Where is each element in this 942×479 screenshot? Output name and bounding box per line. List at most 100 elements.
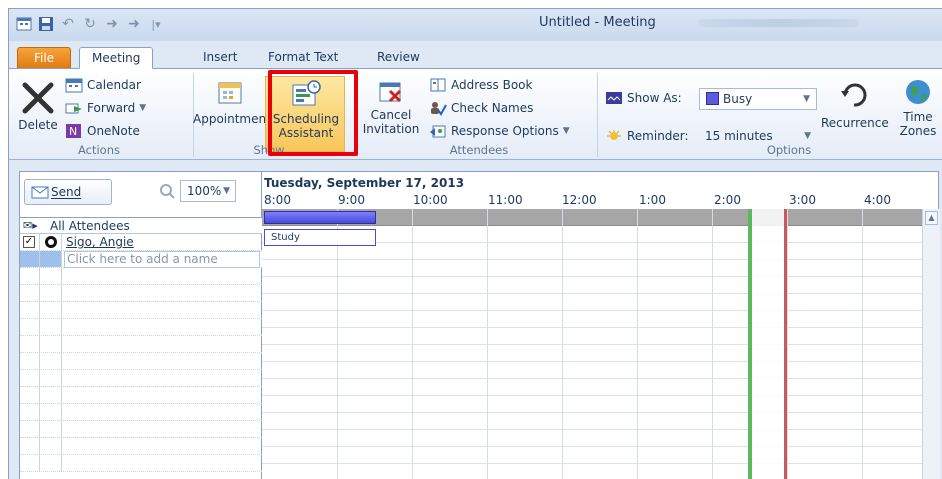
hour-label: 2:00 xyxy=(714,193,741,207)
timeline-date: Tuesday, September 17, 2013 xyxy=(264,176,465,190)
empty-attendee-row xyxy=(20,404,262,421)
meeting-time-selection[interactable] xyxy=(748,209,786,479)
timeline-row xyxy=(262,447,922,464)
hour-gridline xyxy=(712,209,713,479)
hour-label: 10:00 xyxy=(413,193,448,207)
reminder-bell-icon xyxy=(607,130,621,140)
zoom-dropdown[interactable]: 100% ▼ xyxy=(180,180,236,202)
onenote-label: OneNote xyxy=(87,124,140,138)
study-label: Study xyxy=(271,232,300,243)
attendee-name[interactable]: Sigo, Angie xyxy=(66,235,134,249)
chevron-down-icon: ▼ xyxy=(803,94,810,104)
down-arrow-icon[interactable]: ➜ xyxy=(125,15,143,33)
scheduling-assistant-highlight xyxy=(268,70,358,156)
send-button[interactable]: Send xyxy=(24,179,112,205)
response-options-icon xyxy=(430,125,446,138)
up-arrow-icon[interactable]: ➜ xyxy=(103,15,121,33)
timeline-row xyxy=(262,362,922,379)
globe-icon xyxy=(906,80,930,104)
zoom-magnifier-icon[interactable] xyxy=(158,182,176,200)
meeting-end-marker[interactable] xyxy=(784,209,787,479)
meeting-start-marker[interactable] xyxy=(748,209,752,479)
cancel-invitation-button[interactable]: Cancel Invitation xyxy=(361,79,421,136)
hour-gridline xyxy=(637,209,638,479)
svg-text:N: N xyxy=(69,125,77,138)
calendar-button[interactable]: Calendar xyxy=(65,77,141,93)
timeline-row xyxy=(262,311,922,328)
time-zones-label-line1: Time xyxy=(903,110,933,124)
delete-button[interactable]: Delete xyxy=(15,81,61,132)
tab-file[interactable]: File xyxy=(17,47,71,69)
zoom-control: 100% ▼ xyxy=(158,180,236,202)
tab-review[interactable]: Review xyxy=(365,47,432,69)
hour-gridline xyxy=(412,209,413,479)
study-appointment-block[interactable]: Study xyxy=(264,229,376,246)
response-options-button[interactable]: Response Options ▼ xyxy=(429,123,570,139)
check-names-label: Check Names xyxy=(451,101,534,115)
delete-label: Delete xyxy=(18,118,58,132)
scroll-up-icon[interactable]: ▲ xyxy=(925,211,938,225)
recurrence-button[interactable]: Recurrence xyxy=(821,77,889,130)
timeline-row xyxy=(262,396,922,413)
chevron-down-icon: ▼ xyxy=(223,186,230,196)
hour-label: 9:00 xyxy=(338,193,365,207)
attendee-row[interactable]: ✓ Sigo, Angie xyxy=(20,234,262,251)
calendar-app-icon[interactable] xyxy=(15,15,33,33)
hour-label: 11:00 xyxy=(488,193,523,207)
response-options-dropdown-icon: ▼ xyxy=(562,126,570,136)
timeline-row xyxy=(262,379,922,396)
forward-icon xyxy=(65,103,82,114)
appointment-button[interactable]: Appointment xyxy=(193,79,271,126)
group-label-attendees: Attendees xyxy=(449,143,509,157)
reminder-label-row: Reminder: xyxy=(605,129,689,143)
redo-icon[interactable]: ↻ xyxy=(81,15,99,33)
address-book-button[interactable]: Address Book xyxy=(429,77,532,93)
reminder-value: 15 minutes xyxy=(705,129,773,143)
save-icon[interactable] xyxy=(37,15,55,33)
timeline-row xyxy=(262,277,922,294)
required-attendee-icon[interactable] xyxy=(45,236,57,248)
tab-format-text[interactable]: Format Text xyxy=(256,47,350,69)
timeline-pane: Tuesday, September 17, 2013 8:00 9:00 10… xyxy=(262,172,940,479)
empty-attendee-row xyxy=(20,285,262,302)
empty-attendee-row xyxy=(20,421,262,438)
empty-attendee-row xyxy=(20,438,262,455)
recurrence-icon xyxy=(841,83,867,107)
group-label-options: Options xyxy=(766,143,812,157)
customize-qat-icon[interactable]: |▾ xyxy=(147,15,165,33)
empty-attendee-row xyxy=(20,336,262,353)
reminder-label: Reminder: xyxy=(627,129,689,143)
onenote-button[interactable]: N OneNote xyxy=(65,123,140,139)
check-names-button[interactable]: Check Names xyxy=(429,100,533,116)
tab-meeting[interactable]: Meeting xyxy=(79,47,154,69)
forward-label: Forward xyxy=(87,101,136,115)
add-attendee-row[interactable]: Click here to add a name xyxy=(20,251,262,268)
scheduler-toolbar: Send 100% ▼ xyxy=(20,172,262,217)
response-options-label: Response Options xyxy=(451,124,559,138)
forward-button[interactable]: Forward ▼ xyxy=(65,100,146,116)
tab-insert[interactable]: Insert xyxy=(191,47,249,69)
address-book-icon xyxy=(430,78,446,92)
undo-icon[interactable]: ↶ xyxy=(59,15,77,33)
empty-attendee-row xyxy=(20,455,262,472)
timeline-row xyxy=(262,464,922,479)
empty-attendee-row xyxy=(20,370,262,387)
empty-attendee-row xyxy=(20,302,262,319)
hour-gridline xyxy=(487,209,488,479)
check-names-icon xyxy=(431,102,447,116)
free-busy-grid[interactable]: Study xyxy=(262,209,922,479)
attendee-type-icon[interactable]: ✉▸ xyxy=(23,219,38,232)
attendee-checkbox[interactable]: ✓ xyxy=(23,236,35,248)
timeline-scrollbar[interactable]: ▲ xyxy=(922,209,940,479)
timeline-row xyxy=(262,345,922,362)
ribbon-tabs: File Meeting Insert Format Text Review xyxy=(9,41,942,69)
show-as-dropdown[interactable]: Busy ▼ xyxy=(699,88,817,110)
hour-label: 3:00 xyxy=(789,193,816,207)
forward-dropdown-icon: ▼ xyxy=(139,103,147,113)
add-attendee-type-cell xyxy=(40,251,62,267)
add-name-input[interactable]: Click here to add a name xyxy=(64,251,260,268)
appointment-icon xyxy=(218,82,242,104)
hour-gridline xyxy=(562,209,563,479)
time-zones-button[interactable]: Time Zones xyxy=(893,77,942,138)
cancel-label-line2: Invitation xyxy=(362,122,420,136)
